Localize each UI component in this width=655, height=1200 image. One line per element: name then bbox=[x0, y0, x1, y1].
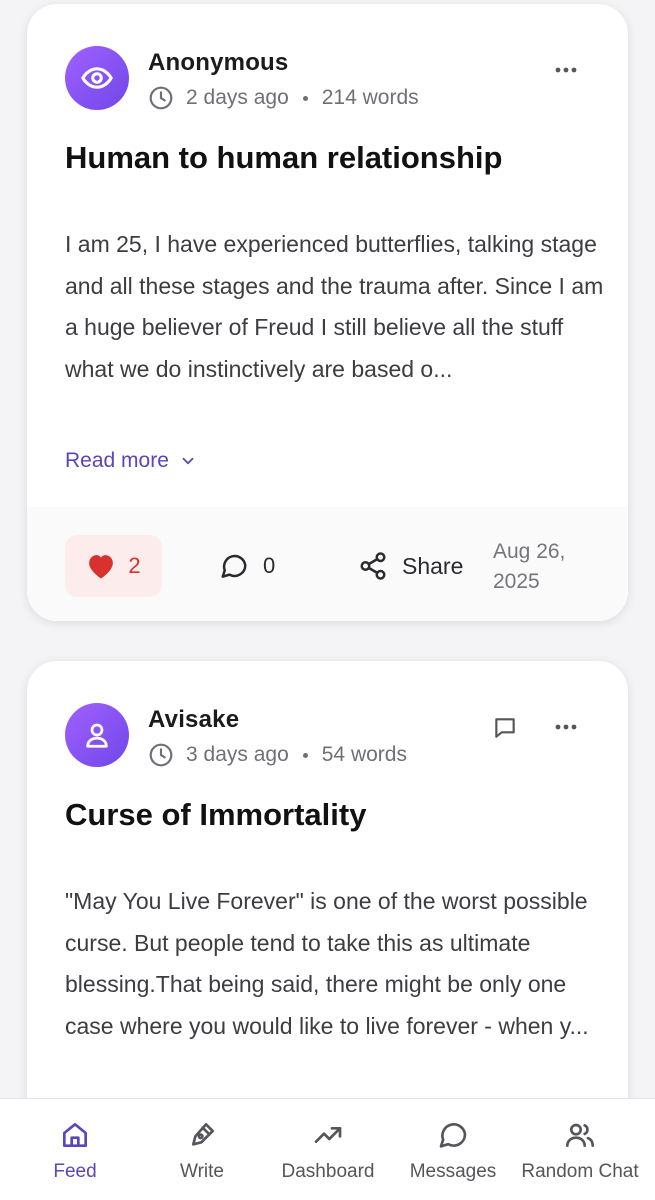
post-word-count: 214 words bbox=[321, 86, 419, 109]
chevron-down-icon bbox=[182, 457, 194, 465]
more-horizontal-icon bbox=[555, 67, 577, 73]
share-button[interactable]: Share bbox=[358, 535, 463, 597]
avatar[interactable] bbox=[65, 46, 129, 110]
more-options-button[interactable] bbox=[548, 717, 584, 737]
user-icon bbox=[86, 723, 108, 748]
nav-label: Dashboard bbox=[281, 1161, 375, 1182]
nav-item-messages[interactable]: Messages bbox=[402, 1099, 504, 1200]
more-options-button[interactable] bbox=[548, 60, 584, 80]
share-label: Share bbox=[402, 552, 464, 579]
post-author[interactable]: Avisake bbox=[148, 706, 239, 734]
separator-dot bbox=[302, 752, 308, 758]
read-more-label: Read more bbox=[65, 449, 169, 472]
post-date-line-1: Aug 26, bbox=[493, 540, 566, 563]
nav-label: Messages bbox=[409, 1161, 497, 1182]
post-word-count: 54 words bbox=[321, 743, 407, 766]
like-count: 2 bbox=[128, 553, 141, 578]
nav-label: Write bbox=[180, 1161, 224, 1182]
post-date-line-2: 2025 bbox=[493, 570, 540, 593]
nav-item-random-chat[interactable]: Random Chat bbox=[514, 1099, 646, 1200]
trending-icon bbox=[314, 1127, 342, 1143]
eye-icon bbox=[81, 67, 113, 89]
nav-label: Feed bbox=[53, 1161, 97, 1182]
comment-count: 0 bbox=[263, 553, 276, 578]
nav-item-dashboard[interactable]: Dashboard bbox=[272, 1099, 384, 1200]
nav-label: Random Chat bbox=[521, 1161, 639, 1182]
home-icon bbox=[62, 1123, 87, 1147]
pen-icon bbox=[192, 1123, 214, 1146]
message-icon bbox=[439, 1123, 467, 1148]
more-horizontal-icon bbox=[555, 724, 577, 730]
bottom-nav: Feed Write Dashboard Messages Random Cha… bbox=[0, 1098, 655, 1200]
message-square-icon bbox=[495, 718, 515, 738]
separator-dot bbox=[302, 95, 308, 101]
post-title[interactable]: Human to human relationship bbox=[65, 140, 502, 176]
clock-icon bbox=[149, 743, 173, 767]
post-excerpt: I am 25, I have experienced butterflies,… bbox=[65, 231, 604, 382]
avatar[interactable] bbox=[65, 703, 129, 767]
post-card[interactable]: Avisake 3 days ago 54 words Curse of Imm… bbox=[27, 661, 628, 1098]
nav-item-feed[interactable]: Feed bbox=[40, 1099, 110, 1200]
comment-icon bbox=[221, 554, 247, 578]
users-icon bbox=[566, 1123, 594, 1147]
nav-item-write[interactable]: Write bbox=[166, 1099, 238, 1200]
post-author[interactable]: Anonymous bbox=[148, 49, 288, 77]
post-card[interactable]: Anonymous 2 days ago 214 words Human to … bbox=[27, 4, 628, 621]
clock-icon bbox=[149, 86, 173, 110]
read-more-link[interactable]: Read more bbox=[65, 449, 197, 473]
post-date: Aug 26, 2025 bbox=[493, 537, 603, 597]
share-icon bbox=[360, 552, 386, 580]
heart-icon bbox=[89, 555, 114, 579]
feed: Anonymous 2 days ago 214 words Human to … bbox=[0, 0, 655, 1098]
post-meta: 2 days ago 214 words bbox=[148, 84, 419, 112]
message-author-button[interactable] bbox=[488, 711, 522, 745]
like-button[interactable]: 2 bbox=[65, 535, 162, 597]
post-time: 2 days ago bbox=[186, 86, 289, 109]
post-title[interactable]: Curse of Immortality bbox=[65, 797, 366, 833]
post-excerpt: "May You Live Forever" is one of the wor… bbox=[65, 888, 589, 1039]
comment-button[interactable]: 0 bbox=[219, 535, 275, 597]
post-time: 3 days ago bbox=[186, 743, 289, 766]
post-actions: 2 0 Share Aug 26, 2025 bbox=[27, 507, 628, 621]
post-meta: 3 days ago 54 words bbox=[148, 741, 407, 769]
